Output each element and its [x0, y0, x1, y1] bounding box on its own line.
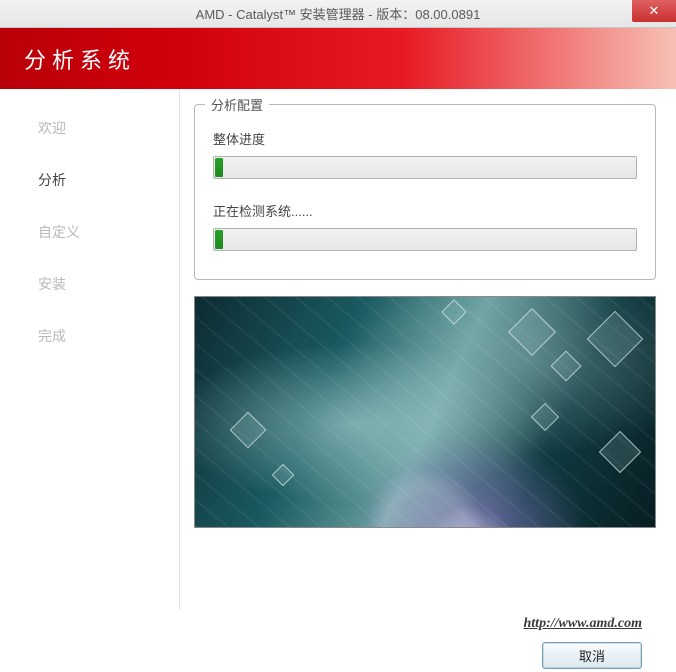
- sidebar-step-welcome: 欢迎: [0, 108, 179, 148]
- overall-progress-label: 整体进度: [213, 129, 637, 148]
- sidebar-step-customize: 自定义: [0, 212, 179, 252]
- footer: http://www.amd.com 取消: [0, 610, 676, 669]
- overall-progress-bar: [213, 156, 637, 179]
- button-row: 取消: [0, 642, 642, 669]
- close-button[interactable]: ✕: [632, 0, 676, 22]
- sidebar-step-analyze: 分析: [0, 160, 179, 200]
- detect-progress-label: 正在检测系统......: [213, 201, 637, 220]
- detect-progress-bar: [213, 228, 637, 251]
- vendor-url[interactable]: http://www.amd.com: [0, 616, 642, 642]
- window-title: AMD - Catalyst™ 安装管理器 - 版本：08.00.0891: [196, 4, 481, 23]
- overall-progress-fill: [215, 158, 223, 177]
- page-title: 分析系统: [24, 43, 136, 75]
- close-icon: ✕: [649, 3, 660, 19]
- detect-progress-fill: [215, 230, 223, 249]
- group-title: 分析配置: [205, 95, 269, 114]
- sidebar-step-finish: 完成: [0, 316, 179, 356]
- header-banner: 分析系统: [0, 28, 676, 90]
- cancel-button[interactable]: 取消: [542, 642, 642, 669]
- sidebar-step-install: 安装: [0, 264, 179, 304]
- analysis-group: 分析配置 整体进度 正在检测系统......: [194, 104, 656, 280]
- sidebar: 欢迎 分析 自定义 安装 完成: [0, 90, 180, 610]
- promo-image: [194, 296, 656, 528]
- titlebar: AMD - Catalyst™ 安装管理器 - 版本：08.00.0891 ✕: [0, 0, 676, 28]
- main-panel: 分析配置 整体进度 正在检测系统......: [180, 90, 676, 610]
- body: 欢迎 分析 自定义 安装 完成 分析配置 整体进度 正在检测系统......: [0, 90, 676, 610]
